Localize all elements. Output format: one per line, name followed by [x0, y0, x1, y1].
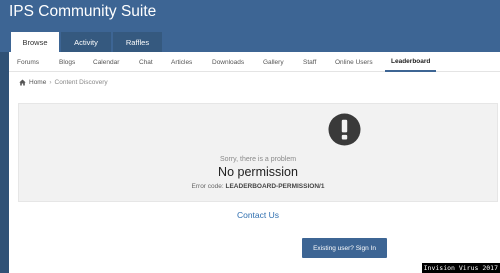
subnav-chat[interactable]: Chat: [139, 52, 153, 72]
primary-tab-bar: Browse Activity Raffles: [0, 30, 500, 52]
sign-in-button[interactable]: Existing user? Sign In: [302, 238, 387, 258]
error-code-label: Error code:: [191, 183, 224, 190]
subnav-blogs[interactable]: Blogs: [59, 52, 75, 72]
error-code-value: LEADERBOARD-PERMISSION/1: [225, 183, 325, 190]
subnav-articles[interactable]: Articles: [171, 52, 192, 72]
subnav-leaderboard[interactable]: Leaderboard: [385, 52, 437, 72]
site-title[interactable]: IPS Community Suite: [9, 3, 156, 21]
tab-raffles[interactable]: Raffles: [113, 32, 162, 52]
breadcrumb: Home › Content Discovery: [19, 79, 108, 86]
subnav-downloads[interactable]: Downloads: [212, 52, 244, 72]
subnav-calendar[interactable]: Calendar: [93, 52, 119, 72]
left-rail: [0, 52, 9, 273]
contact-us-link[interactable]: Contact Us: [18, 210, 498, 220]
breadcrumb-separator-icon: ›: [49, 79, 52, 86]
tab-browse[interactable]: Browse: [11, 32, 59, 52]
subnav-online-users[interactable]: Online Users: [335, 52, 373, 72]
error-subtitle: Sorry, there is a problem: [219, 156, 297, 163]
secondary-nav: Forums Blogs Calendar Chat Articles Down…: [9, 52, 500, 72]
watermark-label: Invision Virus 2017: [421, 263, 500, 273]
breadcrumb-current: Content Discovery: [54, 79, 108, 86]
error-code: Error code: LEADERBOARD-PERMISSION/1: [18, 183, 498, 190]
error-title: No permission: [218, 165, 298, 179]
breadcrumb-home[interactable]: Home: [29, 79, 46, 86]
subnav-staff[interactable]: Staff: [303, 52, 316, 72]
subnav-gallery[interactable]: Gallery: [263, 52, 284, 72]
tab-activity[interactable]: Activity: [61, 32, 111, 52]
home-icon: [19, 79, 26, 86]
exclamation-circle-icon: [328, 113, 361, 146]
subnav-forums[interactable]: Forums: [17, 52, 39, 72]
